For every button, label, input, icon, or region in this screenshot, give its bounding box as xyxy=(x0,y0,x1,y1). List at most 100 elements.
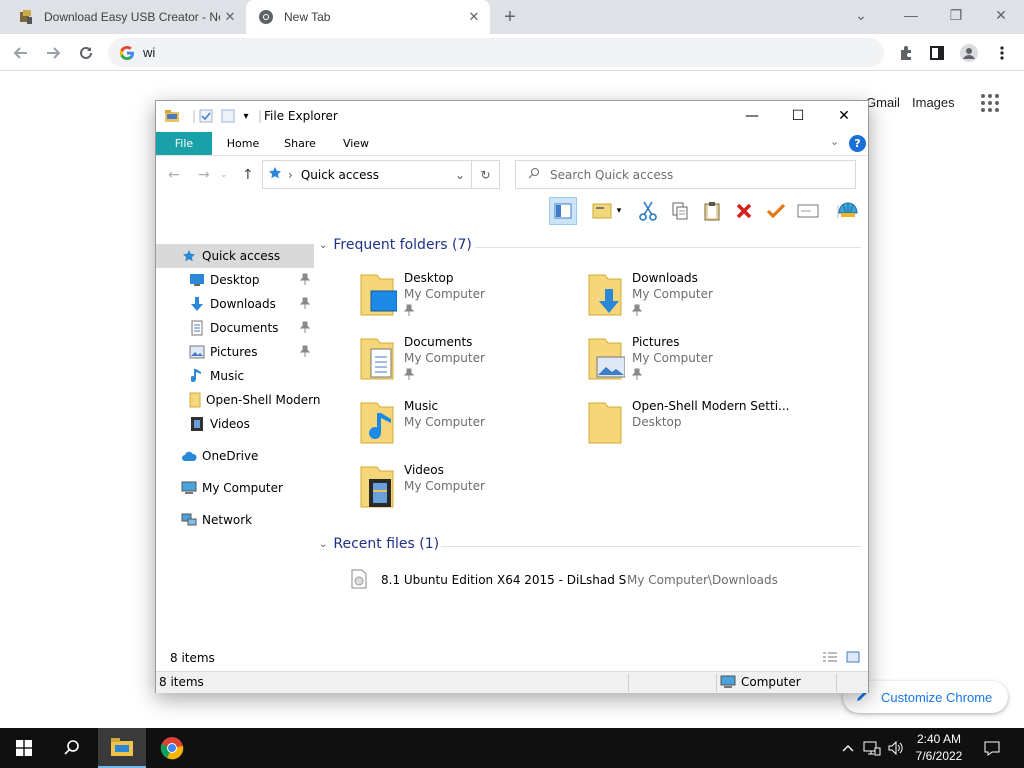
details-view-icon[interactable] xyxy=(822,651,838,666)
expand-ribbon-chevron-icon[interactable]: ⌄ xyxy=(830,135,839,148)
up-arrow-icon[interactable]: ↑ xyxy=(242,167,254,183)
taskbar-clock[interactable]: 2:40 AM 7/6/2022 xyxy=(906,731,972,765)
sidebar-item-open-shell[interactable]: Open-Shell Modern xyxy=(156,388,321,412)
tab-file[interactable]: File xyxy=(156,132,212,155)
delete-x-icon[interactable] xyxy=(730,197,758,225)
sidebar-item-quick-access[interactable]: Quick access xyxy=(156,244,314,268)
new-tab-button[interactable]: + xyxy=(498,5,522,29)
frequent-folders-header[interactable]: ⌄ Frequent folders (7) xyxy=(319,237,472,253)
back-arrow-icon[interactable] xyxy=(10,42,32,64)
recent-files-header[interactable]: ⌄ Recent files (1) xyxy=(319,536,439,552)
taskbar: 2:40 AM 7/6/2022 xyxy=(0,728,1024,768)
side-panel-icon[interactable] xyxy=(926,42,948,64)
show-hidden-icons-chevron-icon[interactable] xyxy=(838,738,858,758)
close-tab-icon[interactable]: ✕ xyxy=(466,9,482,25)
search-icon[interactable] xyxy=(48,728,96,768)
navigation-pane-icon[interactable] xyxy=(549,197,577,225)
help-icon[interactable]: ? xyxy=(849,135,866,152)
search-input[interactable]: Search Quick access xyxy=(515,160,856,189)
sidebar-item-my-computer[interactable]: My Computer xyxy=(156,476,314,500)
recent-file-row[interactable]: 8.1 Ubuntu Edition X64 2015 - DiLshad Sy… xyxy=(351,569,778,591)
start-windows-icon[interactable] xyxy=(0,728,48,768)
images-link[interactable]: Images xyxy=(912,95,955,110)
status-separator xyxy=(716,674,717,692)
action-center-notification-icon[interactable] xyxy=(982,738,1002,758)
explorer-minimize-button[interactable]: — xyxy=(730,103,774,129)
tab-download-easy-usb[interactable]: Download Easy USB Creator - Ne ✕ xyxy=(8,0,246,34)
sidebar-item-label: Downloads xyxy=(210,297,276,311)
network-tray-icon[interactable] xyxy=(862,738,882,758)
large-icons-view-icon[interactable] xyxy=(846,651,860,666)
desktop-icon xyxy=(188,272,206,288)
sidebar-item-onedrive[interactable]: OneDrive xyxy=(156,444,314,468)
folder-tile-documents[interactable]: Documents My Computer xyxy=(357,335,577,395)
folder-tile-music[interactable]: Music My Computer xyxy=(357,399,577,459)
folder-name: Pictures xyxy=(632,335,680,349)
sidebar-item-pictures[interactable]: Pictures xyxy=(156,340,314,364)
tab-view[interactable]: View xyxy=(334,132,378,155)
copy-icon[interactable] xyxy=(666,197,694,225)
properties-check-icon[interactable] xyxy=(198,108,214,124)
close-window-button[interactable]: ✕ xyxy=(986,2,1016,28)
tab-new-tab[interactable]: New Tab ✕ xyxy=(246,0,490,34)
chrome-menu-icon[interactable] xyxy=(991,42,1013,64)
restore-button[interactable]: ❐ xyxy=(941,2,971,28)
refresh-icon[interactable]: ↻ xyxy=(472,160,500,189)
back-arrow-icon[interactable]: ← xyxy=(168,167,180,183)
paste-clipboard-icon[interactable] xyxy=(698,197,726,225)
address-dropdown-icon[interactable]: ⌄ xyxy=(455,168,465,182)
sidebar-item-label: Desktop xyxy=(210,273,260,287)
pin-icon xyxy=(299,273,311,288)
reload-icon[interactable] xyxy=(75,42,97,64)
forward-arrow-icon[interactable]: → xyxy=(198,167,210,183)
sidebar-item-downloads[interactable]: Downloads xyxy=(156,292,314,316)
desktop-folder-icon xyxy=(360,274,397,316)
zone-computer-icon xyxy=(720,675,736,692)
tab-home[interactable]: Home xyxy=(218,132,268,155)
volume-icon[interactable] xyxy=(886,738,906,758)
view-mode-dropdown-icon[interactable]: ▾ xyxy=(612,197,626,225)
sidebar-item-network[interactable]: Network xyxy=(156,508,314,532)
status-zone: Computer xyxy=(741,675,801,689)
explorer-maximize-button[interactable]: ☐ xyxy=(776,103,820,129)
tab-search-chevron-icon[interactable]: ⌄ xyxy=(846,2,876,28)
star-icon xyxy=(180,248,198,264)
rename-email-icon[interactable] xyxy=(794,197,822,225)
cut-scissors-icon[interactable] xyxy=(634,197,662,225)
explorer-folder-icon xyxy=(164,108,180,124)
status-item-count: 8 items xyxy=(159,675,204,689)
extensions-puzzle-icon[interactable] xyxy=(895,42,917,64)
profile-avatar-icon[interactable] xyxy=(958,42,980,64)
sidebar-item-label: Pictures xyxy=(210,345,258,359)
sidebar-item-videos[interactable]: Videos xyxy=(156,412,314,436)
google-apps-grid-icon[interactable] xyxy=(981,94,999,112)
new-folder-qat-icon[interactable] xyxy=(220,108,236,124)
chrome-taskbar-icon[interactable] xyxy=(148,728,196,768)
group-title: Frequent folders (7) xyxy=(333,237,472,253)
tab-share[interactable]: Share xyxy=(276,132,324,155)
file-explorer-taskbar-icon[interactable] xyxy=(98,728,146,768)
properties-checkmark-icon[interactable] xyxy=(762,197,790,225)
pin-icon xyxy=(299,321,311,336)
sidebar-item-music[interactable]: Music xyxy=(156,364,314,388)
forward-arrow-icon[interactable] xyxy=(42,42,64,64)
open-shell-settings-shell-icon[interactable] xyxy=(834,197,862,225)
gmail-link[interactable]: Gmail xyxy=(866,95,900,110)
folder-tile-pictures[interactable]: Pictures My Computer xyxy=(585,335,805,395)
address-bar[interactable]: › Quick access ⌄ xyxy=(262,160,472,189)
folder-tile-downloads[interactable]: Downloads My Computer xyxy=(585,271,805,331)
minimize-button[interactable]: — xyxy=(896,2,926,28)
folder-tile-open-shell[interactable]: Open-Shell Modern Setti... Desktop xyxy=(585,399,805,459)
explorer-close-button[interactable]: ✕ xyxy=(822,103,866,129)
omnibox[interactable]: wi xyxy=(108,38,884,67)
close-tab-icon[interactable]: ✕ xyxy=(222,9,238,25)
sidebar-item-documents[interactable]: Documents xyxy=(156,316,314,340)
recent-locations-chevron-icon[interactable]: ⌄ xyxy=(220,170,228,180)
folder-tile-desktop[interactable]: Desktop My Computer xyxy=(357,271,577,331)
download-icon xyxy=(188,296,206,312)
downloads-folder-icon xyxy=(588,274,622,316)
folder-location: Desktop xyxy=(632,415,682,429)
folder-tile-videos[interactable]: Videos My Computer xyxy=(357,463,577,523)
sidebar-item-desktop[interactable]: Desktop xyxy=(156,268,314,292)
folder-location: My Computer xyxy=(404,351,485,365)
